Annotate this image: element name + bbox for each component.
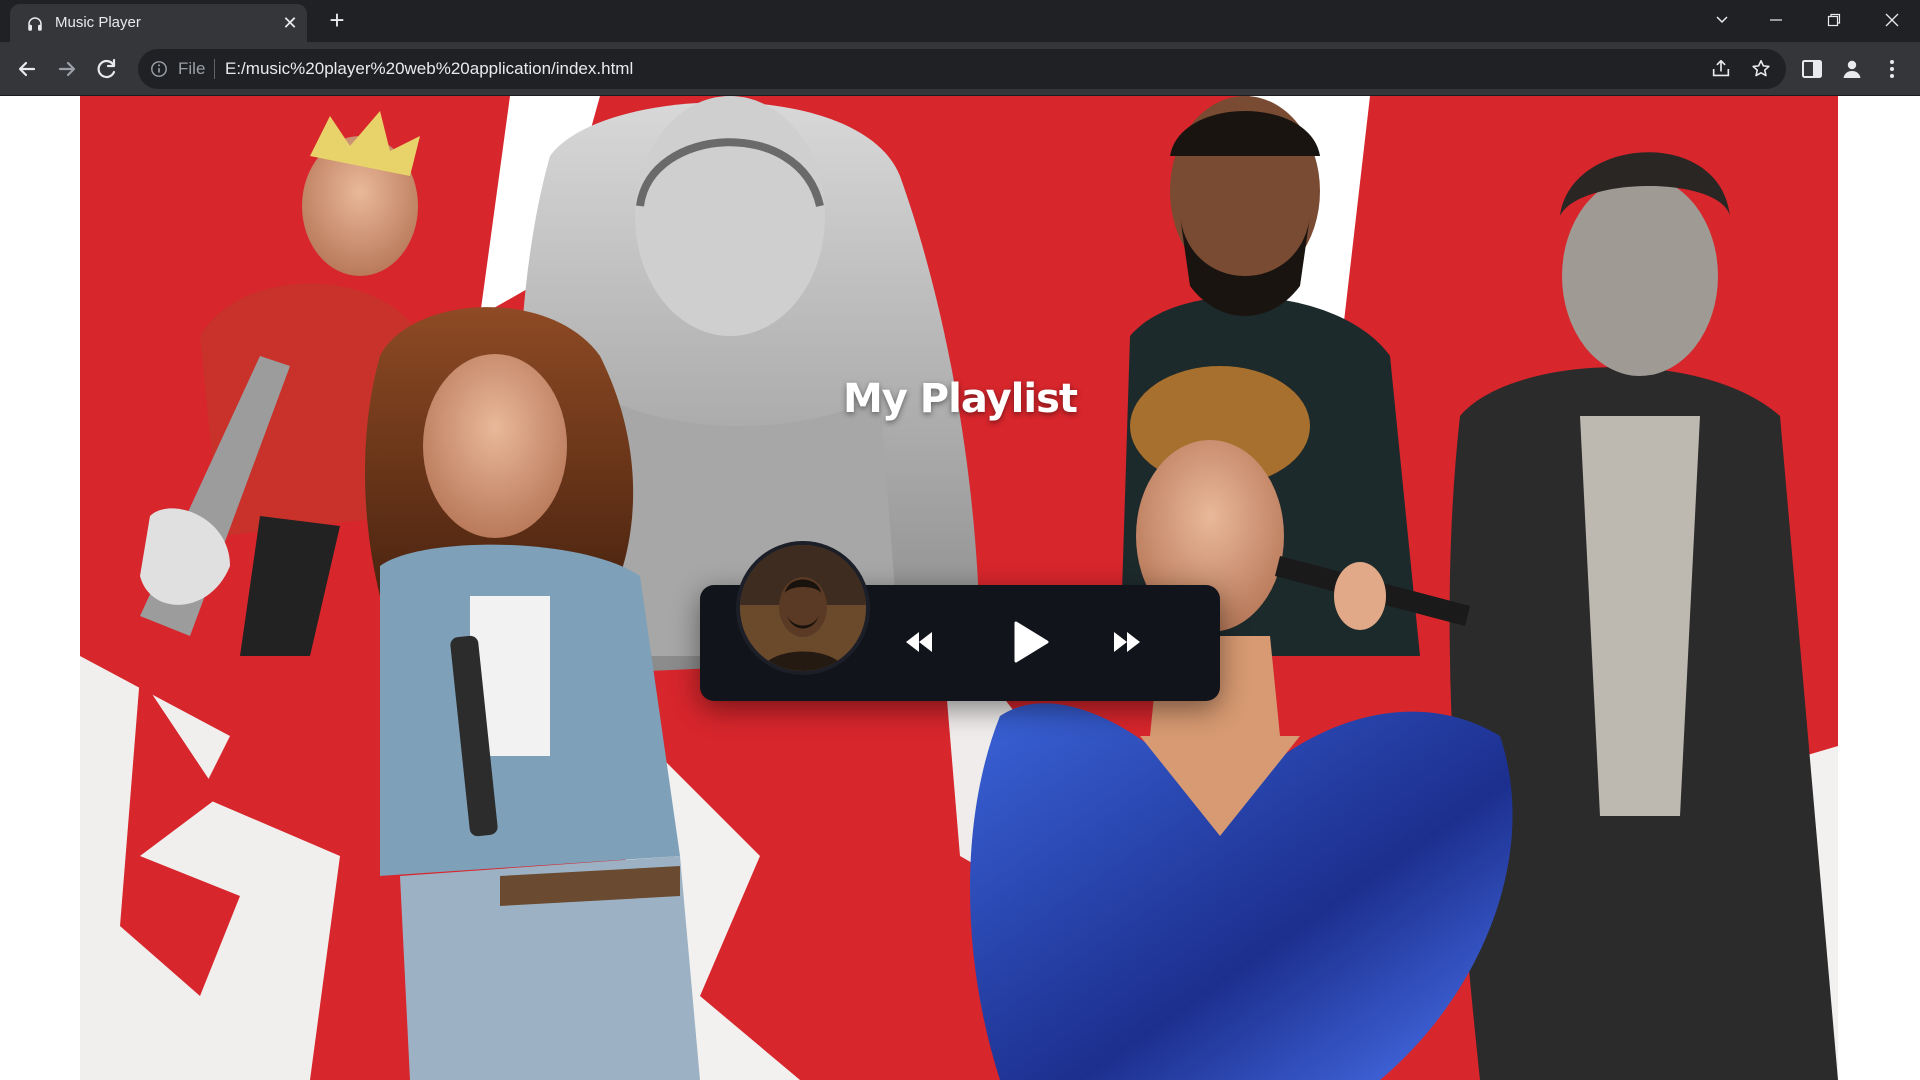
play-button[interactable]	[1012, 620, 1050, 664]
browser-tab[interactable]: Music Player ✕	[10, 4, 307, 42]
back-icon[interactable]	[12, 54, 42, 84]
previous-button[interactable]	[904, 629, 934, 655]
minimize-button[interactable]	[1754, 4, 1798, 36]
address-bar[interactable]: File E:/music%20player%20web%20applicati…	[138, 49, 1786, 89]
menu-dots-icon[interactable]	[1880, 57, 1904, 81]
file-label: File	[178, 59, 206, 78]
forward-icon[interactable]	[52, 54, 82, 84]
address-divider	[214, 59, 215, 79]
tab-close-icon[interactable]: ✕	[280, 13, 300, 33]
url-text[interactable]: E:/music%20player%20web%20application/in…	[225, 59, 633, 79]
tab-strip: Music Player ✕ +	[0, 0, 1920, 42]
play-icon	[1014, 621, 1049, 663]
next-button[interactable]	[1112, 629, 1142, 655]
music-player-card	[700, 541, 1220, 701]
share-icon[interactable]	[1710, 58, 1732, 80]
page-viewport: My Playlist	[0, 96, 1920, 1080]
tab-title: Music Player	[55, 14, 141, 31]
bookmark-star-icon[interactable]	[1750, 58, 1772, 80]
new-tab-button[interactable]: +	[324, 7, 350, 34]
browser-toolbar: File E:/music%20player%20web%20applicati…	[0, 42, 1920, 96]
restore-button[interactable]	[1812, 4, 1856, 36]
album-art-image	[736, 541, 870, 675]
headphones-icon	[28, 17, 42, 31]
tab-search-icon[interactable]	[1700, 4, 1744, 36]
info-icon[interactable]	[150, 60, 168, 78]
side-panel-icon[interactable]	[1800, 57, 1824, 81]
page-title: My Playlist	[842, 376, 1078, 422]
reload-icon[interactable]	[92, 54, 122, 84]
previous-icon	[906, 632, 932, 652]
next-icon	[1114, 632, 1140, 652]
profile-icon[interactable]	[1840, 57, 1864, 81]
close-window-button[interactable]	[1870, 4, 1914, 36]
